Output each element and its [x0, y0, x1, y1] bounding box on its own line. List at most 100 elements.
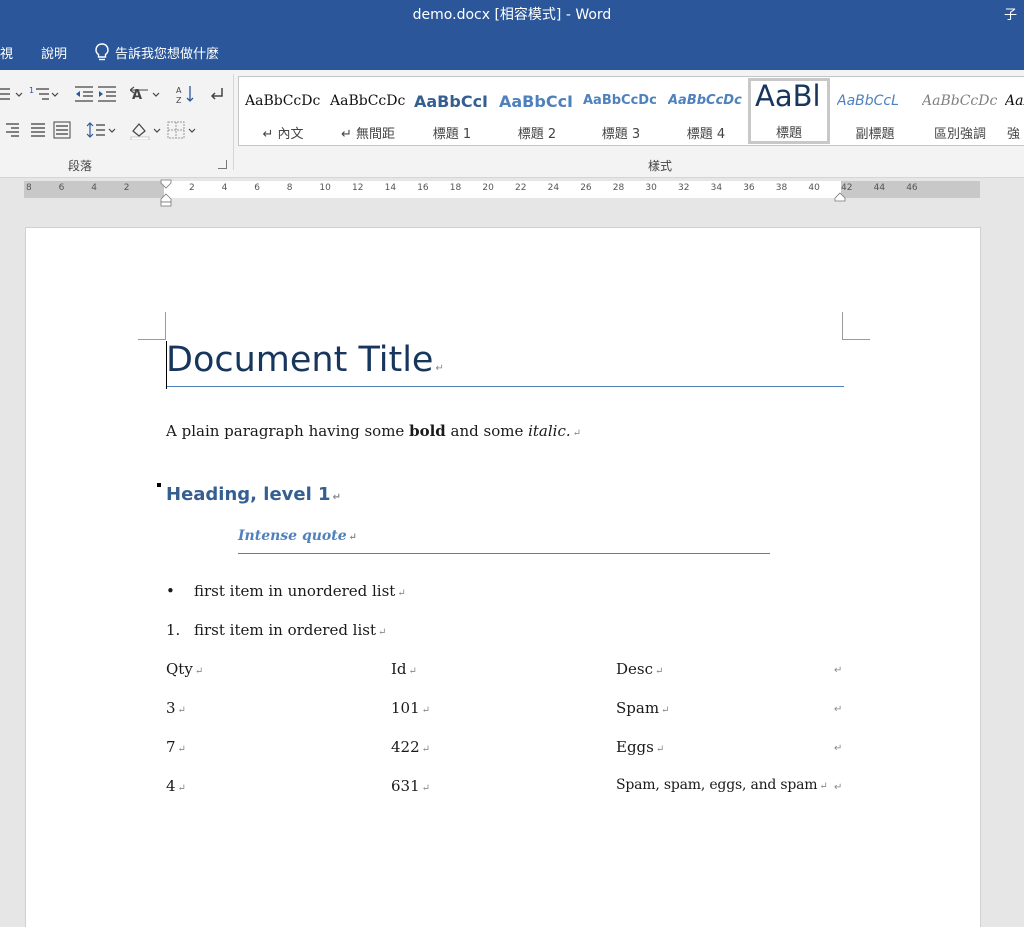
- ruler-tick-label: 44: [873, 183, 886, 193]
- lightbulb-icon[interactable]: [93, 42, 111, 62]
- paragraph-dialog-launcher-icon[interactable]: [218, 160, 227, 169]
- plain-paragraph[interactable]: A plain paragraph having some bold and s…: [166, 422, 581, 440]
- document-title-text: Document Title: [166, 340, 434, 380]
- document-page[interactable]: Document Title ↵ A plain paragraph having…: [25, 227, 981, 927]
- intense-quote[interactable]: Intense quote ↵: [238, 528, 770, 554]
- ordered-list-item[interactable]: 1. first item in ordered list ↵: [166, 621, 386, 639]
- style-no-spacing[interactable]: AaBbCcDc ↵ 無間距: [326, 79, 410, 143]
- cell-text: 101: [391, 699, 420, 717]
- account-name[interactable]: 子: [1004, 4, 1024, 23]
- borders-icon[interactable]: [167, 120, 199, 140]
- ruler-tick-label: 6: [58, 183, 65, 193]
- style-sample: AaBbCcDc: [922, 93, 998, 109]
- paragraph-mark: ↵: [421, 705, 431, 716]
- right-indent-marker-icon[interactable]: [834, 192, 846, 202]
- list-item-text: first item in unordered list: [194, 582, 396, 600]
- tell-me-search[interactable]: 告訴我您想做什麼: [115, 43, 219, 62]
- justify-icon[interactable]: [30, 120, 46, 140]
- style-sample: AaBbCcDc: [583, 93, 657, 108]
- unordered-list-item[interactable]: • first item in unordered list ↵: [166, 582, 406, 600]
- table-cell[interactable]: 422 ↵: [391, 738, 430, 756]
- table-cell[interactable]: 101 ↵: [391, 699, 430, 717]
- ruler-tick-label: 14: [384, 183, 397, 193]
- style-title[interactable]: AaBl 標題: [748, 78, 830, 144]
- style-sample: AaBbCcI: [414, 92, 489, 111]
- style-sample: AaBbCcDc: [330, 93, 406, 109]
- paragraph-mark: ↵: [572, 428, 582, 439]
- heading-1[interactable]: Heading, level 1 ↵: [166, 484, 341, 505]
- paragraph-mark: ↵: [348, 532, 358, 543]
- intense-quote-text: Intense quote: [238, 528, 347, 544]
- style-heading-2[interactable]: AaBbCcI 標題 2: [495, 79, 579, 143]
- ruler-tick-label: 26: [580, 183, 592, 193]
- indent-marker-icon[interactable]: [160, 179, 172, 207]
- style-heading-4[interactable]: AaBbCcDc 標題 4: [664, 79, 748, 143]
- style-heading-1[interactable]: AaBbCcI 標題 1: [410, 79, 494, 143]
- ruler-tick-label: 2: [123, 183, 130, 193]
- svg-text:A: A: [176, 86, 182, 95]
- style-heading-3[interactable]: AaBbCcDc 標題 3: [579, 79, 663, 143]
- paragraph-mark: ↵: [177, 744, 186, 755]
- tab-help[interactable]: 說明: [41, 43, 67, 62]
- group-divider: [233, 74, 234, 170]
- style-subtle-emphasis[interactable]: AaBbCcDc 區別強調: [918, 79, 1002, 143]
- table-cell[interactable]: 631 ↵: [391, 777, 430, 795]
- table-cell[interactable]: Eggs ↵: [616, 738, 664, 756]
- distributed-icon[interactable]: [53, 120, 71, 140]
- style-normal[interactable]: AaBbCcDc ↵ 內文: [241, 79, 325, 143]
- decrease-indent-icon[interactable]: [73, 84, 95, 104]
- style-sample: AaBbCcL: [837, 93, 899, 109]
- table-cell[interactable]: 7 ↵: [166, 738, 186, 756]
- style-label: 區別強調: [933, 127, 986, 142]
- ruler-tick-label: 4: [221, 183, 228, 193]
- keep-with-next-marker: [157, 483, 161, 487]
- table-cell[interactable]: Spam, spam, eggs, and spam ↵: [616, 777, 828, 793]
- multilevel-list-icon[interactable]: 1: [29, 84, 59, 104]
- line-spacing-icon[interactable]: [86, 120, 116, 140]
- table-header-cell[interactable]: Qty ↵: [166, 660, 203, 678]
- increase-indent-icon[interactable]: [96, 84, 118, 104]
- text-direction-icon[interactable]: A: [130, 84, 160, 104]
- shading-icon[interactable]: [130, 120, 162, 140]
- style-subtitle[interactable]: AaBbCcL 副標題: [833, 79, 917, 143]
- crop-mark: [165, 312, 166, 340]
- paragraph-mark: ↵: [661, 705, 670, 716]
- cell-text: Spam: [616, 699, 660, 717]
- number-marker: 1.: [166, 621, 181, 639]
- ruler-tick-label: 34: [710, 183, 723, 193]
- style-strong[interactable]: AaBbCcDc 強: [1003, 79, 1024, 143]
- cell-text: Id: [391, 660, 407, 678]
- table-cell[interactable]: 4 ↵: [166, 777, 186, 795]
- table-cell[interactable]: Spam ↵: [616, 699, 669, 717]
- bullet-marker: •: [166, 582, 175, 600]
- paragraph-group-label: 段落: [68, 159, 93, 173]
- table-cell[interactable]: 3 ↵: [166, 699, 186, 717]
- paragraph-mark: ↵: [421, 744, 431, 755]
- bullets-icon[interactable]: [0, 84, 24, 104]
- ruler-tick-label: 36: [743, 183, 755, 193]
- sort-icon[interactable]: A Z: [176, 84, 196, 104]
- tab-view[interactable]: 視: [0, 43, 13, 62]
- paragraph-mark: ↵: [819, 781, 828, 792]
- ribbon: 1 A A Z 段落 AaBbCcDc ↵ 內文 AaBbCcDc ↵ 無間距 …: [0, 70, 1024, 178]
- cell-text: Spam, spam, eggs, and spam: [616, 777, 818, 793]
- style-label: 副標題: [855, 127, 895, 142]
- paragraph-text: A plain paragraph having some: [166, 422, 410, 440]
- table-header-cell[interactable]: Id ↵: [391, 660, 417, 678]
- paragraph-mark: ↵: [408, 666, 417, 677]
- ruler-tick-label: 18: [449, 183, 462, 193]
- show-hide-marks-icon[interactable]: [206, 84, 226, 104]
- row-end-mark: ↵: [834, 743, 843, 754]
- table-header-cell[interactable]: Desc ↵: [616, 660, 663, 678]
- document-title[interactable]: Document Title ↵: [166, 340, 844, 387]
- ruler-tick-label: 6: [254, 183, 260, 193]
- ruler-tick-label: 24: [547, 183, 560, 193]
- align-right-icon[interactable]: [6, 120, 20, 140]
- style-label: 強: [1007, 127, 1021, 142]
- text-cursor: [166, 341, 167, 389]
- cell-text: Qty: [166, 660, 193, 678]
- paragraph-mark: ↵: [397, 588, 406, 599]
- cell-text: 4: [166, 777, 176, 795]
- paragraph-mark: ↵: [435, 363, 444, 374]
- crop-mark: [842, 339, 870, 340]
